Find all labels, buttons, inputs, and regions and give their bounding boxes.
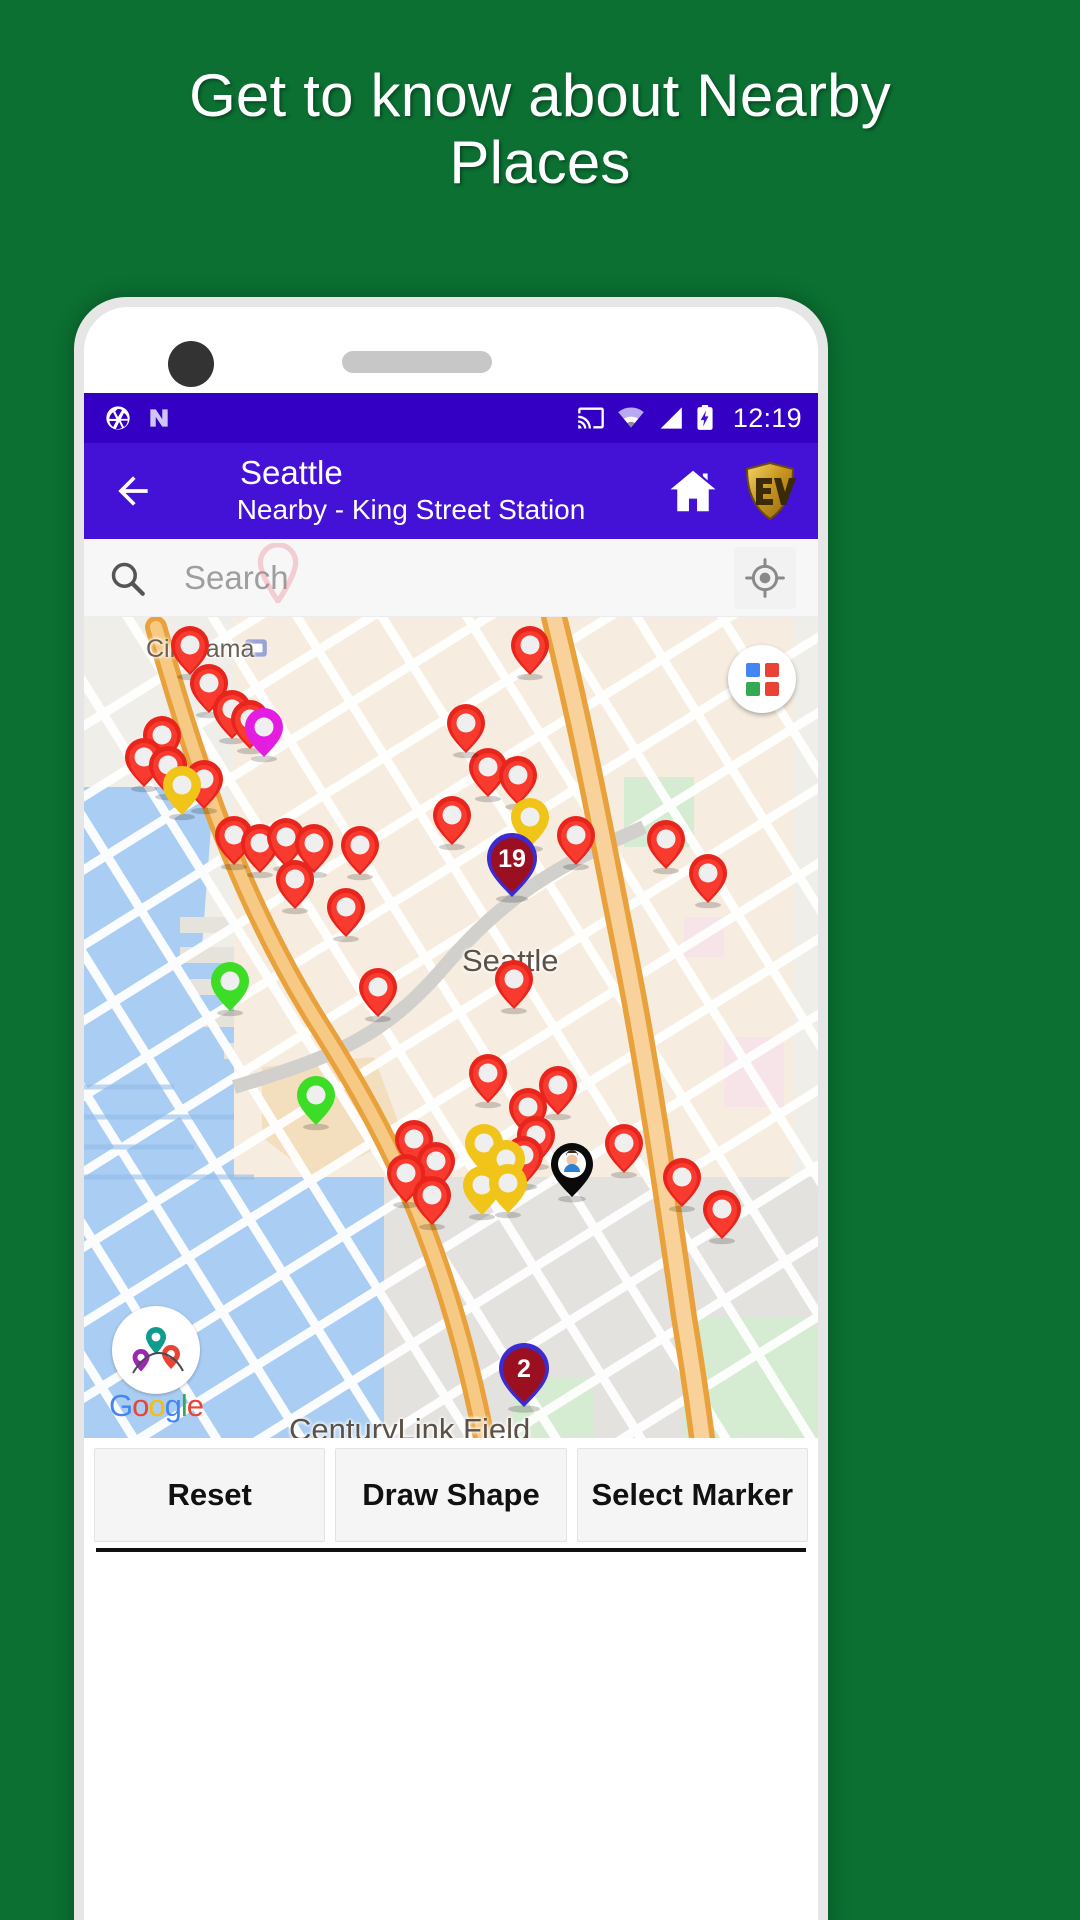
aperture-icon	[106, 406, 130, 430]
ghost-pin-icon	[257, 543, 299, 603]
app-bar-actions	[666, 462, 796, 520]
select-marker-button[interactable]: Select Marker	[576, 1448, 808, 1542]
battery-icon	[697, 405, 713, 430]
bottom-action-bar: Reset Draw Shape Select Marker	[84, 1438, 818, 1542]
page-title: Get to know about Nearby Places	[189, 62, 891, 197]
page-title-main: Seattle	[240, 454, 343, 492]
arrow-left-icon	[118, 476, 148, 506]
theater-icon	[245, 639, 267, 657]
google-attribution[interactable]: Google	[108, 1306, 204, 1424]
google-wordmark: Google	[108, 1388, 204, 1423]
wifi-icon	[618, 407, 644, 428]
android-nav-indicator	[96, 1548, 806, 1558]
cast-icon	[578, 407, 604, 429]
app-bar: Seattle Nearby - King Street Station	[84, 443, 818, 539]
reset-button[interactable]: Reset	[94, 1448, 326, 1542]
map-layers-button[interactable]	[728, 645, 796, 713]
my-location-button[interactable]	[734, 546, 796, 609]
earpiece-speaker	[342, 351, 492, 373]
ev-logo-button[interactable]	[744, 462, 796, 520]
nova-launcher-icon	[150, 409, 168, 427]
phone-bezel	[84, 307, 818, 393]
app-bar-titles: Seattle Nearby - King Street Station	[156, 454, 666, 526]
front-camera-icon	[168, 341, 214, 387]
signal-icon	[660, 407, 682, 429]
home-button[interactable]	[666, 464, 720, 518]
my-location-icon	[745, 557, 785, 598]
layers-grid-icon	[745, 662, 779, 696]
search-icon[interactable]	[106, 557, 148, 599]
search-bar[interactable]: Search	[84, 539, 818, 617]
phone-frame: 12:19 Seattle Nearby - King Street Stati…	[74, 297, 828, 1920]
ev-shield-logo-icon	[745, 462, 796, 520]
phone-screen: 12:19 Seattle Nearby - King Street Stati…	[84, 307, 818, 1920]
status-bar-clock: 12:19	[732, 402, 802, 433]
home-icon	[670, 470, 716, 512]
draw-shape-button[interactable]: Draw Shape	[335, 1448, 567, 1542]
google-maps-logo-icon	[112, 1306, 200, 1394]
page-subtitle: Nearby - King Street Station	[236, 494, 586, 526]
status-bar-left-icons	[104, 404, 172, 432]
status-bar-right-icons: 12:19	[577, 403, 802, 434]
back-button[interactable]	[104, 469, 162, 513]
map-canvas[interactable]: Cinerama Seattle CenturyLink Field 19 2 …	[84, 617, 818, 1438]
status-bar: 12:19	[84, 393, 818, 443]
